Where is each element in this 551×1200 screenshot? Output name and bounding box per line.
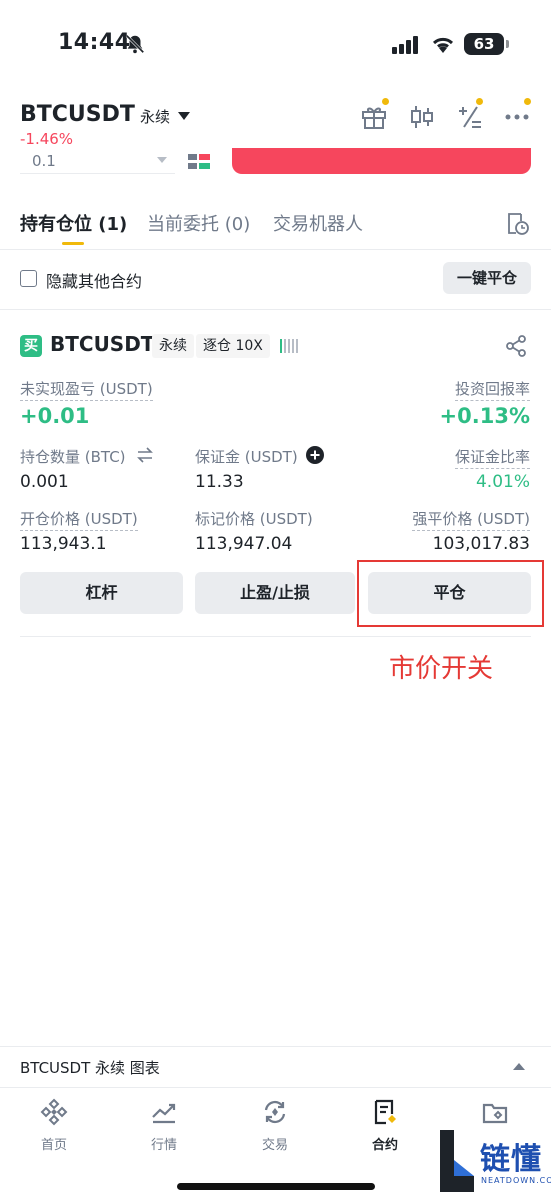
nav-trade-label: 交易 bbox=[261, 1138, 288, 1153]
unrealized-pnl-value: +0.01 bbox=[20, 404, 90, 428]
symbol-title[interactable]: BTCUSDT bbox=[20, 102, 135, 127]
home-indicator bbox=[177, 1183, 375, 1190]
trade-icon bbox=[264, 1100, 286, 1124]
watermark-subtext: NEATDOWN.COM bbox=[481, 1176, 551, 1185]
nav-futures-label: 合约 bbox=[371, 1138, 398, 1153]
share-icon[interactable] bbox=[504, 334, 528, 358]
roi-value: +0.13% bbox=[439, 404, 530, 428]
annotation-text: 市价开关 bbox=[389, 654, 494, 684]
nav-markets[interactable]: 行情 bbox=[129, 1098, 199, 1153]
contract-type-tag: 永续 bbox=[140, 108, 171, 126]
status-bar: 14:44 63 bbox=[0, 0, 551, 90]
tab-open-orders[interactable]: 当前委托 (0) bbox=[147, 210, 250, 236]
entry-price-value: 113,943.1 bbox=[20, 534, 107, 554]
nav-trade[interactable]: 交易 bbox=[240, 1098, 310, 1153]
hide-other-contracts-label: 隐藏其他合约 bbox=[46, 272, 143, 291]
hide-other-contracts-row: 隐藏其他合约 一键平仓 bbox=[0, 256, 551, 310]
margin-label: 保证金 (USDT) bbox=[195, 448, 298, 466]
close-all-positions-button[interactable]: 一键平仓 bbox=[443, 262, 531, 294]
nav-futures[interactable]: 合约 bbox=[350, 1098, 420, 1153]
chart-bar-label: BTCUSDT 永续 图表 bbox=[20, 1059, 160, 1077]
position-size-label: 持仓数量 (BTC) bbox=[20, 448, 126, 466]
quantity-value: 0.1 bbox=[32, 152, 56, 170]
entry-price-label[interactable]: 开仓价格 (USDT) bbox=[20, 508, 138, 531]
more-icon[interactable] bbox=[503, 103, 531, 131]
nav-markets-label: 行情 bbox=[150, 1138, 177, 1153]
hide-other-contracts-checkbox[interactable] bbox=[20, 270, 37, 287]
margin-ratio-label[interactable]: 保证金比率 bbox=[454, 446, 530, 469]
futures-icon bbox=[374, 1099, 396, 1125]
swap-unit-icon[interactable] bbox=[136, 447, 154, 463]
unrealized-pnl-label[interactable]: 未实现盈亏 (USDT) bbox=[20, 378, 153, 401]
cell-signal-icon bbox=[392, 36, 418, 54]
leverage-button[interactable]: 杠杆 bbox=[20, 572, 183, 614]
tab-positions[interactable]: 持有仓位 (1) bbox=[20, 210, 127, 236]
candlestick-icon[interactable] bbox=[408, 103, 436, 131]
more-notification-dot bbox=[524, 98, 531, 105]
nav-home-label: 首页 bbox=[40, 1138, 67, 1153]
nav-wallet[interactable] bbox=[460, 1098, 530, 1126]
price-change: -1.46% bbox=[20, 130, 74, 148]
order-history-icon[interactable] bbox=[504, 210, 530, 236]
markets-icon bbox=[152, 1103, 176, 1124]
calculator-notification-dot bbox=[476, 98, 483, 105]
tab-trading-bots[interactable]: 交易机器人 bbox=[273, 210, 363, 236]
adl-indicator-icon bbox=[280, 339, 298, 353]
quantity-select[interactable]: 0.1 bbox=[20, 148, 175, 174]
wifi-icon bbox=[432, 37, 454, 53]
status-time: 14:44 bbox=[58, 30, 131, 55]
wallet-icon bbox=[482, 1103, 508, 1124]
watermark-text: 链懂 bbox=[480, 1142, 542, 1177]
symbol-dropdown-icon[interactable] bbox=[178, 112, 190, 120]
gift-notification-dot bbox=[382, 98, 389, 105]
chart-toggle-bar[interactable]: BTCUSDT 永续 图表 bbox=[0, 1046, 551, 1088]
liquidation-price-value: 103,017.83 bbox=[432, 534, 530, 554]
order-submit-button[interactable] bbox=[232, 148, 531, 174]
tp-sl-button[interactable]: 止盈/止损 bbox=[195, 572, 355, 614]
roi-label[interactable]: 投资回报率 bbox=[454, 378, 530, 401]
active-tab-indicator bbox=[62, 242, 84, 245]
position-side-badge: 买 bbox=[20, 335, 42, 357]
position-symbol[interactable]: BTCUSDT bbox=[50, 332, 154, 356]
add-margin-icon[interactable] bbox=[306, 446, 324, 464]
position-margin-mode[interactable]: 逐仓 10X bbox=[196, 334, 270, 358]
calculator-icon[interactable] bbox=[456, 103, 484, 131]
gift-icon[interactable] bbox=[360, 103, 388, 131]
watermark-logo bbox=[440, 1130, 474, 1192]
liquidation-price-label[interactable]: 强平价格 (USDT) bbox=[412, 508, 530, 531]
position-tabs: 持有仓位 (1) 当前委托 (0) 交易机器人 bbox=[0, 196, 551, 250]
chevron-down-icon bbox=[157, 157, 167, 163]
nav-home[interactable]: 首页 bbox=[19, 1098, 89, 1153]
chevron-up-icon bbox=[513, 1063, 525, 1070]
mark-price-label: 标记价格 (USDT) bbox=[195, 510, 313, 528]
position-contract-type: 永续 bbox=[152, 334, 194, 358]
battery-indicator: 63 bbox=[464, 33, 509, 55]
home-icon bbox=[40, 1098, 68, 1126]
orderbook-depth-icon[interactable] bbox=[188, 154, 210, 170]
bell-muted-icon bbox=[125, 34, 145, 54]
card-divider bbox=[20, 636, 531, 637]
position-size-value: 0.001 bbox=[20, 472, 69, 492]
margin-ratio-value: 4.01% bbox=[475, 472, 530, 492]
margin-value: 11.33 bbox=[195, 472, 244, 492]
annotation-highlight-box bbox=[357, 560, 544, 627]
mark-price-value: 113,947.04 bbox=[195, 534, 293, 554]
